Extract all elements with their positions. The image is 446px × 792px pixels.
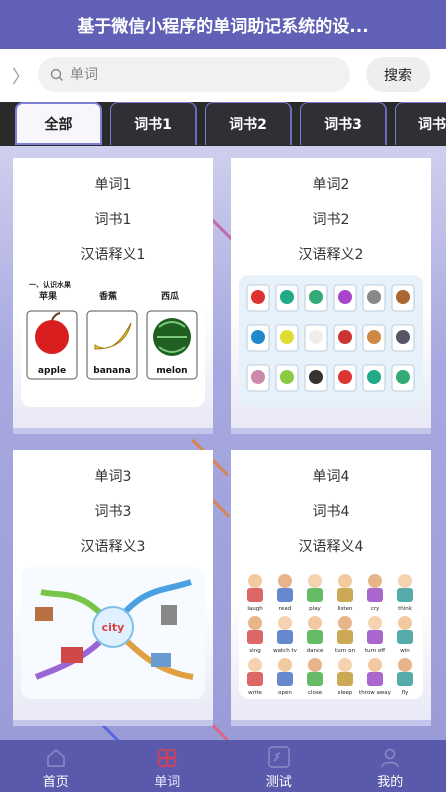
verb-label: win [400, 648, 410, 654]
word-meaning: 汉语释义3 [80, 539, 146, 555]
verb-label: watch tv [273, 648, 297, 654]
verb-label: close [308, 690, 323, 696]
word-title: 单词2 [312, 177, 350, 193]
word-book: 词书3 [94, 504, 132, 520]
word-title: 单词1 [94, 177, 132, 193]
verb-label: play [309, 606, 321, 612]
svg-text:苹果: 苹果 [39, 290, 58, 302]
verb-label: cry [371, 606, 380, 612]
nav-profile[interactable]: 我的 [335, 740, 446, 792]
search-bar: 〉 搜索 [0, 49, 446, 102]
word-meaning: 汉语释义4 [298, 539, 364, 555]
word-book: 词书4 [312, 504, 350, 520]
tab-book-4[interactable]: 词书 [395, 102, 446, 145]
word-book: 词书2 [312, 212, 350, 228]
home-icon [47, 749, 65, 767]
word-meaning: 汉语释义1 [80, 247, 146, 263]
verb-label: throw away [359, 690, 392, 696]
word-book: 词书1 [94, 212, 132, 228]
tab-book-2[interactable]: 词书2 [205, 102, 292, 145]
search-button[interactable]: 搜索 [366, 57, 430, 92]
word-image: city [21, 567, 205, 699]
verb-label: sing [249, 648, 260, 654]
map-center-label: city [102, 621, 125, 634]
word-title: 单词3 [94, 469, 132, 485]
tab-book-1[interactable]: 词书1 [110, 102, 197, 145]
nav-test[interactable]: 测试 [223, 740, 335, 792]
verb-label: sleep [338, 690, 353, 696]
word-title: 单词4 [312, 469, 350, 485]
chevron-right-icon[interactable]: 〉 [12, 63, 30, 89]
verb-label: listen [338, 606, 353, 612]
word-image [239, 275, 423, 407]
verb-label: write [248, 690, 262, 696]
bottom-nav: 首页 单词 测试 我的 [0, 740, 446, 792]
verb-label: turn on [335, 648, 355, 654]
nav-home[interactable]: 首页 [0, 740, 112, 792]
verb-label: think [398, 606, 413, 612]
svg-text:apple: apple [38, 366, 66, 376]
tab-all[interactable]: 全部 [15, 102, 102, 145]
tab-book-3[interactable]: 词书3 [300, 102, 387, 145]
word-image: laugh read play listen cry think sing watch tv d… [239, 567, 423, 699]
verb-label: turn off [365, 648, 385, 654]
fruit-heading: 一、认识水果 [29, 280, 71, 289]
verb-label: laugh [247, 606, 263, 612]
word-card-1[interactable]: 单词1 词书1 汉语释义1 一、认识水果 苹果 香蕉 西瓜 apple bana… [13, 158, 213, 434]
search-input[interactable] [70, 66, 330, 83]
word-card-2[interactable]: 单词2 词书2 汉语释义2 [231, 158, 431, 434]
word-meaning: 汉语释义2 [298, 247, 364, 263]
verb-label: fly [402, 690, 409, 696]
word-card-4[interactable]: 单词4 词书4 汉语释义4 laugh read play listen cry thin… [231, 450, 431, 726]
svg-text:banana: banana [93, 366, 130, 376]
search-box[interactable] [38, 57, 350, 92]
svg-text:melon: melon [156, 366, 187, 376]
word-image: 一、认识水果 苹果 香蕉 西瓜 apple banana melon [21, 275, 205, 407]
verb-label: dance [307, 648, 324, 654]
verb-label: read [279, 606, 291, 612]
svg-text:香蕉: 香蕉 [98, 290, 117, 302]
category-tabs: 全部 词书1 词书2 词书3 词书 [0, 102, 446, 146]
nav-words[interactable]: 单词 [112, 740, 224, 792]
user-icon [381, 748, 399, 768]
card-grid: 单词1 词书1 汉语释义1 一、认识水果 苹果 香蕉 西瓜 apple bana… [0, 146, 446, 740]
test-icon [268, 746, 290, 768]
page-title: 基于微信小程序的单词助记系统的设... [0, 0, 446, 49]
search-icon [50, 68, 63, 81]
word-card-3[interactable]: 单词3 词书3 汉语释义3 city [13, 450, 213, 726]
verb-label: open [278, 690, 292, 696]
flower-icon [157, 748, 177, 768]
svg-text:西瓜: 西瓜 [161, 291, 179, 302]
